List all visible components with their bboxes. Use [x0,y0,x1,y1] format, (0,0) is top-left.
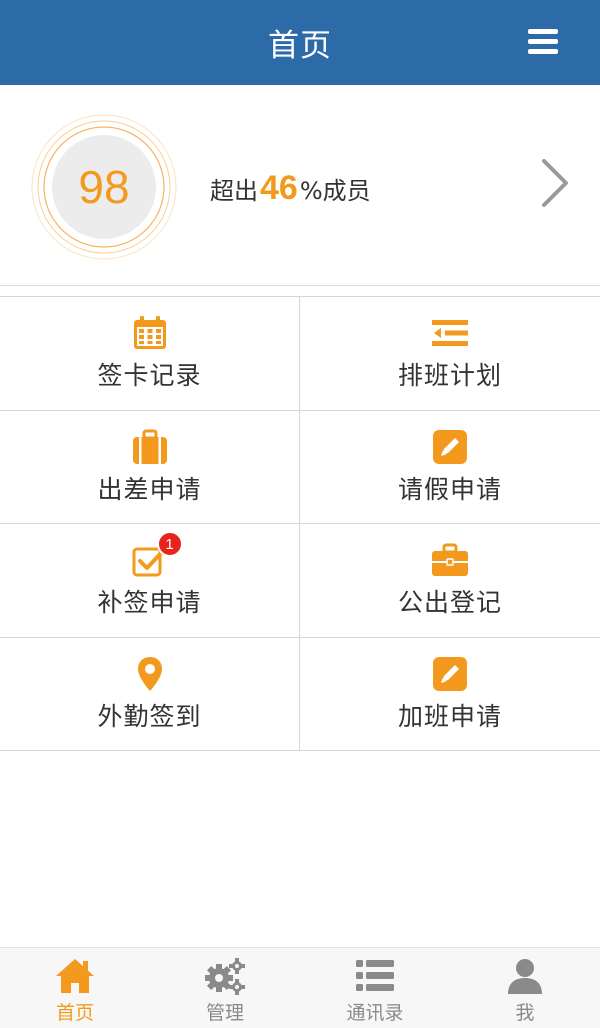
score-ring: 98 [30,113,178,261]
grid-item-sign-records[interactable]: 签卡记录 [0,297,300,410]
grid-item-label: 加班申请 [397,701,502,731]
score-value: 98 [78,161,130,213]
score-suffix: %成员 [299,177,371,205]
grid-item-official-outing[interactable]: 公出登记 [300,524,600,637]
checkbox-icon-wrapper: 1 [131,531,183,579]
user-icon [508,959,542,994]
pencil-edit-icon [433,656,467,691]
grid-row: 出差申请 请假申请 [0,410,600,524]
tab-manage[interactable]: 管理 [150,948,300,1028]
score-panel[interactable]: 98 超出 46 %成员 [0,85,600,286]
grid-item-field-checkin[interactable]: 外勤签到 [0,637,300,750]
tab-label: 管理 [205,1002,244,1024]
notification-badge: 1 [156,531,183,558]
location-pin-icon [137,656,162,691]
tab-label: 我 [515,1002,535,1024]
grid-item-leave-request[interactable]: 请假申请 [300,411,600,524]
list-icon [356,960,394,991]
tab-home[interactable]: 首页 [0,948,150,1028]
hamburger-menu-icon[interactable] [528,29,558,55]
grid-item-label: 签卡记录 [97,361,202,391]
grid-item-overtime-request[interactable]: 加班申请 [300,638,600,751]
function-grid: 签卡记录 排班计划 出差申请 请假申请 1 补签申请 公出登记 外勤签到 加班申… [0,296,600,751]
pencil-edit-icon [433,429,467,464]
calendar-icon [133,316,166,350]
grid-item-makeup-sign[interactable]: 1 补签申请 [0,524,300,637]
top-header: 首页 [0,0,600,85]
grid-item-label: 公出登记 [397,588,502,618]
grid-row: 1 补签申请 公出登记 [0,524,600,638]
grid-item-label: 请假申请 [397,474,502,504]
indent-list-icon [432,320,468,347]
score-prefix: 超出 [210,177,258,205]
grid-item-business-trip[interactable]: 出差申请 [0,410,300,523]
chevron-right-icon[interactable] [540,157,570,209]
gears-icon [205,958,245,995]
grid-item-label: 出差申请 [97,474,202,504]
grid-row: 签卡记录 排班计划 [0,297,600,411]
tab-me[interactable]: 我 [450,948,600,1028]
tab-contacts[interactable]: 通讯录 [300,948,450,1028]
home-icon [56,959,94,993]
grid-item-label: 外勤签到 [97,701,202,731]
page-title: 首页 [268,28,332,64]
score-description: 超出 46 %成员 [210,169,371,208]
grid-item-schedule[interactable]: 排班计划 [300,297,600,410]
grid-item-label: 补签申请 [97,588,202,618]
grid-row: 外勤签到 加班申请 [0,637,600,751]
grid-item-label: 排班计划 [397,361,502,391]
tab-label: 首页 [55,1002,94,1024]
score-percent: 46 [260,169,298,207]
bottom-tab-bar: 首页 管理 通讯录 我 [0,947,600,1028]
tab-label: 通讯录 [346,1002,404,1024]
briefcase-icon [432,543,468,577]
suitcase-icon [132,429,167,464]
